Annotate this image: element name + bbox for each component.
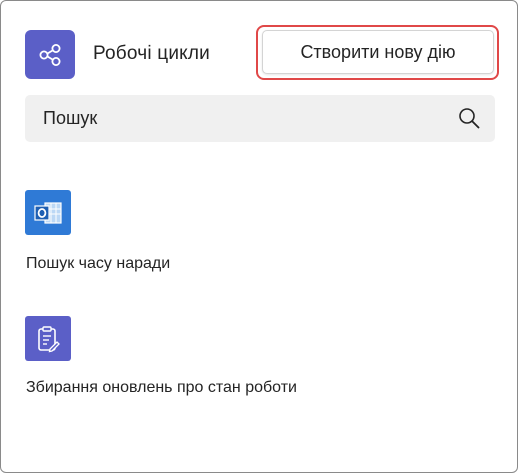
search-box[interactable]	[25, 95, 495, 142]
search-icon[interactable]	[457, 106, 481, 130]
outlook-calendar-icon	[25, 190, 71, 235]
clipboard-edit-icon	[25, 316, 71, 361]
action-label: Пошук часу наради	[26, 255, 171, 272]
app-title: Робочі цикли	[93, 43, 210, 64]
action-tile-collect-status-updates[interactable]: Збирання оновлень про стан роботи	[25, 316, 325, 397]
workflow-share-icon	[25, 30, 75, 79]
search-input[interactable]	[43, 95, 443, 142]
create-new-action-button[interactable]: Створити нову дію	[262, 30, 494, 74]
action-tile-find-meeting-time[interactable]: Пошук часу наради	[25, 190, 325, 273]
action-label: Збирання оновлень про стан роботи	[26, 379, 297, 396]
